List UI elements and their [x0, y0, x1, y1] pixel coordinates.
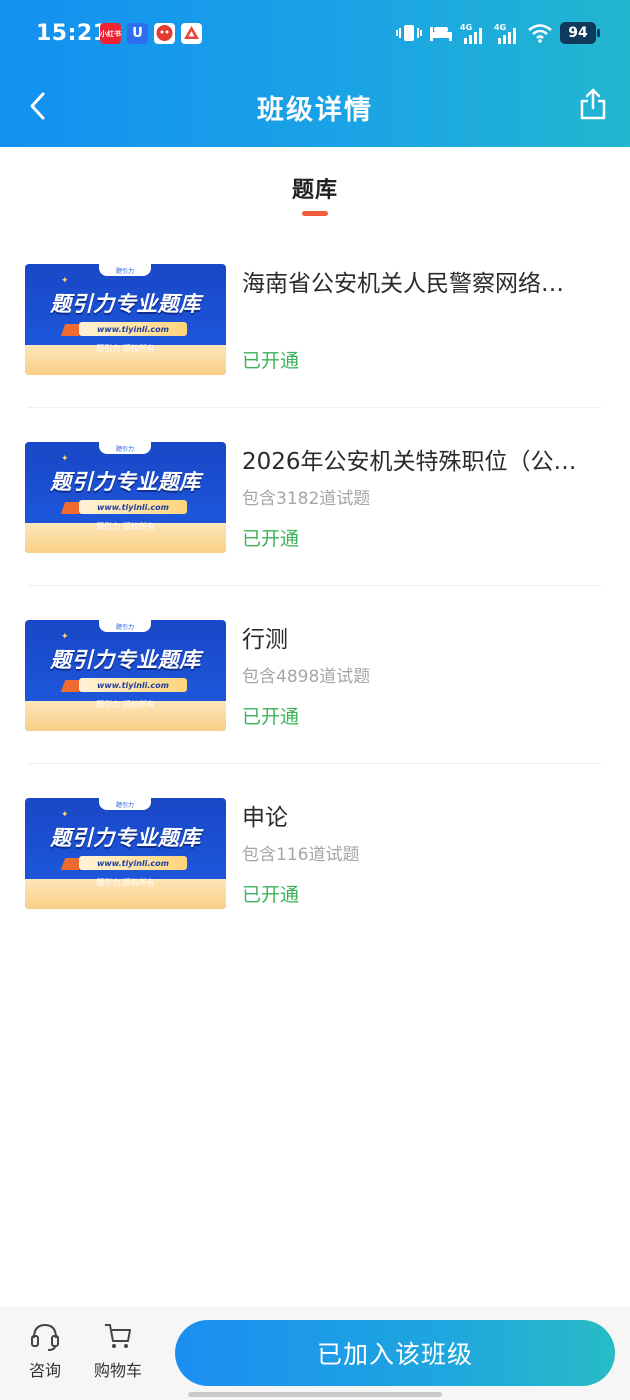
cart-button[interactable]: 购物车 [88, 1321, 148, 1381]
thumbnail-copyright: 题引力 版权所有 [96, 522, 155, 531]
item-question-count: 包含3182道试题 [242, 489, 371, 509]
item-title: 海南省公安机关人民警察网络… [242, 271, 564, 297]
divider [28, 763, 602, 764]
item-title: 行测 [242, 627, 288, 653]
shopping-cart-icon [105, 1324, 131, 1348]
notification-app-icons: 小红书 U [100, 23, 202, 44]
signal-4g-icon: 4G [460, 23, 482, 44]
xiaohongshu-app-icon: 小红书 [100, 23, 121, 44]
item-question-count: 包含116道试题 [242, 845, 360, 865]
thumbnail-url: www.tiyinli.com [79, 500, 187, 514]
share-icon [580, 88, 606, 120]
thumbnail-brand-tab: 题引力 [99, 442, 151, 454]
thumbnail-copyright: 题引力 版权所有 [96, 878, 155, 887]
thumbnail-copyright: 题引力 版权所有 [96, 344, 155, 353]
star-icon: ✦ [61, 454, 69, 464]
item-status: 已开通 [242, 884, 300, 906]
svg-text:4G: 4G [494, 23, 506, 32]
share-button[interactable] [578, 86, 608, 122]
thumbnail-brand-tab: 题引力 [99, 264, 151, 276]
svg-text:4G: 4G [460, 23, 472, 32]
thumbnail-brand-tab: 题引力 [99, 620, 151, 632]
star-icon: ✦ [61, 632, 69, 642]
battery-indicator: 94 [560, 22, 600, 44]
item-status: 已开通 [242, 528, 300, 550]
list-item[interactable]: 题引力 ✦ 题引力专业题库 www.tiyinli.com 题引力 版权所有 2… [0, 440, 630, 618]
tab-active-indicator [302, 211, 328, 216]
item-question-count: 包含4898道试题 [242, 667, 371, 687]
item-status: 已开通 [242, 350, 300, 372]
header: 15:21 小红书 U 4G 4G 94 班级详情 [0, 0, 630, 147]
red-mascot-app-icon [154, 23, 175, 44]
blue-u-app-icon: U [127, 23, 148, 44]
cart-label: 购物车 [93, 1361, 142, 1380]
question-bank-thumbnail: 题引力 ✦ 题引力专业题库 www.tiyinli.com 题引力 版权所有 [25, 442, 226, 553]
item-title: 申论 [242, 805, 288, 831]
wifi-icon [528, 24, 552, 43]
list-item[interactable]: 题引力 ✦ 题引力专业题库 www.tiyinli.com 题引力 版权所有 海… [0, 262, 630, 440]
consult-label: 咨询 [28, 1361, 61, 1380]
thumbnail-title: 题引力专业题库 [50, 648, 201, 672]
thumbnail-url: www.tiyinli.com [79, 322, 187, 336]
thumbnail-copyright: 题引力 版权所有 [96, 700, 155, 709]
tab-label: 题库 [291, 178, 338, 203]
bottom-action-bar: 咨询 购物车 已加入该班级 [0, 1306, 630, 1400]
page-title: 班级详情 [257, 95, 373, 126]
question-bank-thumbnail: 题引力 ✦ 题引力专业题库 www.tiyinli.com 题引力 版权所有 [25, 620, 226, 731]
item-status: 已开通 [242, 706, 300, 728]
status-bar: 15:21 小红书 U 4G 4G 94 [0, 0, 630, 66]
thumbnail-title: 题引力专业题库 [50, 292, 201, 316]
status-time: 15:21 [36, 21, 109, 46]
question-bank-thumbnail: 题引力 ✦ 题引力专业题库 www.tiyinli.com 题引力 版权所有 [25, 798, 226, 909]
consult-button[interactable]: 咨询 [15, 1321, 75, 1381]
question-bank-list: 题引力 ✦ 题引力专业题库 www.tiyinli.com 题引力 版权所有 海… [0, 262, 630, 974]
thumbnail-brand-tab: 题引力 [99, 798, 151, 810]
home-indicator[interactable] [188, 1392, 442, 1397]
vibrate-icon [396, 25, 422, 41]
app-screen: 15:21 小红书 U 4G 4G 94 班级详情 题库 题引力 ✦ 题引力专业… [0, 0, 630, 1400]
tab-question-bank[interactable]: 题库 [0, 172, 630, 204]
divider [28, 407, 602, 408]
status-indicators: 4G 4G 94 [396, 22, 600, 44]
item-title: 2026年公安机关特殊职位（公… [242, 449, 577, 475]
thumbnail-title: 题引力专业题库 [50, 470, 201, 494]
thumbnail-title: 题引力专业题库 [50, 826, 201, 850]
headset-icon [31, 1323, 59, 1351]
signal-4g-icon: 4G [494, 23, 516, 44]
thumbnail-url: www.tiyinli.com [79, 678, 187, 692]
star-icon: ✦ [61, 276, 69, 286]
joined-class-button[interactable]: 已加入该班级 [175, 1320, 615, 1386]
star-icon: ✦ [61, 810, 69, 820]
divider [28, 585, 602, 586]
list-item[interactable]: 题引力 ✦ 题引力专业题库 www.tiyinli.com 题引力 版权所有 行… [0, 618, 630, 796]
question-bank-thumbnail: 题引力 ✦ 题引力专业题库 www.tiyinli.com 题引力 版权所有 [25, 264, 226, 375]
bed-icon [430, 27, 452, 41]
thumbnail-url: www.tiyinli.com [79, 856, 187, 870]
red-triangle-app-icon [181, 23, 202, 44]
list-item[interactable]: 题引力 ✦ 题引力专业题库 www.tiyinli.com 题引力 版权所有 申… [0, 796, 630, 974]
